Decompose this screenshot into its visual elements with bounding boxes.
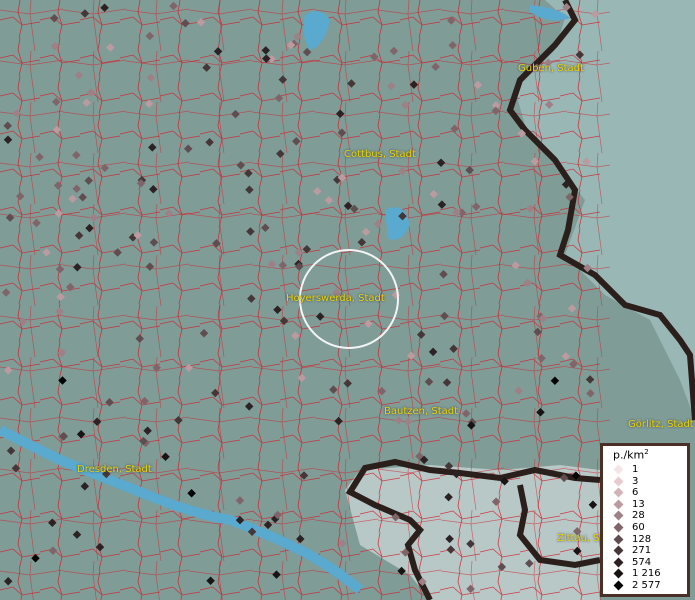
legend-item: 13 — [613, 498, 645, 510]
legend-item: 1 — [613, 464, 639, 475]
legend-item: 574 — [613, 556, 652, 568]
legend-item: 128 — [613, 533, 652, 545]
legend-item: 271 — [613, 545, 652, 557]
map-legend: p./km2 1 3 6 13 28 60 128 271 574 1 216 2 577 — [600, 443, 690, 597]
legend-item: 2 577 — [613, 580, 661, 591]
city-label-guben: Guben, Stadt — [518, 63, 584, 74]
legend-label: 3 — [632, 475, 639, 487]
city-label-hoyerswerda: Hoyerswerda, Stadt — [286, 293, 385, 304]
legend-label: 1 216 — [632, 568, 661, 580]
legend-swatch — [613, 580, 624, 591]
legend-swatch — [613, 534, 624, 545]
legend-label: 128 — [632, 533, 652, 545]
city-label-goerlitz: Görlitz, Stadt — [628, 419, 694, 430]
legend-item: 1 216 — [613, 568, 661, 580]
legend-label: 1 — [632, 464, 639, 475]
legend-item: 6 — [613, 487, 639, 499]
legend-swatch — [613, 499, 624, 510]
legend-swatch — [613, 545, 624, 556]
legend-title: p./km2 — [613, 448, 649, 462]
legend-swatch — [613, 510, 624, 521]
legend-label: 28 — [632, 510, 645, 522]
legend-swatch — [613, 557, 624, 568]
legend-label: 13 — [632, 498, 645, 510]
legend-label: 60 — [632, 522, 645, 533]
city-label-zittau: Zittau, St — [557, 533, 604, 544]
city-label-bautzen: Bautzen, Stadt — [384, 406, 459, 417]
legend-item: 60 — [613, 522, 645, 533]
legend-label: 2 577 — [632, 580, 661, 591]
legend-label: 6 — [632, 487, 639, 499]
legend-swatch — [613, 476, 624, 487]
city-label-cottbus: Cottbus, Stadt — [344, 149, 416, 160]
legend-item: 3 — [613, 475, 639, 487]
legend-item: 28 — [613, 510, 645, 522]
legend-swatch — [613, 568, 624, 579]
legend-swatch — [613, 522, 624, 533]
city-label-dresden: Dresden, Stadt — [77, 464, 152, 475]
legend-label: 271 — [632, 545, 652, 557]
legend-label: 574 — [632, 556, 652, 568]
legend-swatch — [613, 487, 624, 498]
legend-swatch — [613, 464, 624, 475]
